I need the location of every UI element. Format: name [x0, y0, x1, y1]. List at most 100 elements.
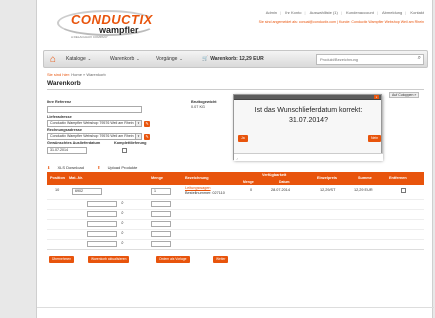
edit-rechnungsadresse-icon[interactable]: ✎	[144, 134, 150, 140]
search-icon[interactable]: ⌕	[121, 210, 124, 216]
chevron-down-icon: ⌄	[179, 56, 183, 61]
cell-verf-menge: 0	[250, 188, 253, 192]
search-icon[interactable]: ⌕	[121, 240, 124, 246]
auf-cutoppen-label: Auf Cutoppen	[392, 93, 414, 97]
ihre-referenz-label: Ihre Referenz	[47, 100, 72, 104]
uebernehmen-button[interactable]: Übernehmen	[49, 256, 75, 263]
chevron-down-icon: ⌄	[87, 56, 92, 61]
chevron-down-icon: ⌄	[136, 56, 140, 61]
dialog-no-button[interactable]: Nein	[368, 135, 382, 142]
list-item: ⌕	[47, 199, 424, 208]
bruttogewicht-label: Bruttogewicht	[191, 100, 217, 104]
dialog-question: Ist das Wunschlieferdatum korrekt:	[254, 107, 363, 114]
list-item: ⌕	[47, 219, 424, 228]
logo-sub-text: wampfler	[99, 25, 139, 35]
komplettlieferung-checkbox[interactable]	[122, 148, 127, 153]
search-icon[interactable]: ⌕	[418, 55, 421, 62]
dialog-date: 31.07.2014?	[289, 117, 328, 124]
nav-vorgaenge[interactable]: Vorgänge ⌄	[156, 56, 183, 62]
dialog-titlebar[interactable]: x	[234, 95, 381, 100]
komplettlieferung-label: Komplettlieferung	[114, 141, 147, 145]
dialog-footer: ⌟	[234, 153, 383, 161]
divider	[47, 249, 424, 250]
cell-position: 10	[55, 188, 60, 192]
search-input[interactable]	[317, 55, 411, 64]
search-icon[interactable]: ⌕	[121, 200, 124, 206]
resize-grip-icon[interactable]: ⌟	[236, 155, 238, 160]
ihre-referenz-input[interactable]	[47, 106, 142, 113]
weiter-button[interactable]: Weiter	[213, 256, 229, 263]
col-bezeichnung: Bezeichnung	[185, 176, 209, 180]
new-menge-input[interactable]	[151, 241, 171, 247]
nav-cart-total[interactable]: 🛒 Warenkorb: 12,29 EUR	[202, 56, 264, 62]
table-row: 10 6902 1 Leitungswagen Bestellnummer: 0…	[47, 186, 424, 198]
ordern-als-vorlage-button[interactable]: Ordern als Vorlage	[156, 256, 190, 263]
new-menge-input[interactable]	[151, 221, 171, 227]
cell-mat-nr-input[interactable]: 6902	[72, 188, 102, 195]
upload-produkte-label: Upload Produkte	[107, 165, 138, 170]
cell-bezeichnung-link[interactable]: Leitungswagen	[185, 186, 211, 190]
top-link-abmeldung[interactable]: Abmeldung	[382, 10, 402, 15]
new-menge-input[interactable]	[151, 201, 171, 207]
new-mat-nr-input[interactable]	[87, 201, 117, 207]
login-info: Sie sind angemeldet als: conual@conducti…	[258, 20, 424, 24]
chevron-down-icon: ▾	[135, 121, 141, 126]
remove-checkbox[interactable]	[401, 188, 406, 193]
close-icon[interactable]: x	[374, 95, 379, 99]
list-item: ⌕	[47, 209, 424, 218]
search-icon[interactable]: ⌕	[121, 220, 124, 226]
footer-divider	[37, 307, 434, 308]
page-title: Warenkorb	[47, 80, 81, 87]
top-link-auswahlliste[interactable]: Auswahlliste (1)	[310, 10, 338, 15]
conductix-logo[interactable]: CONDUCTIX wampfler A DELACHAUX COMPANY	[57, 8, 157, 39]
search-icon[interactable]: ⌕	[121, 230, 124, 236]
rechnungsadresse-select[interactable]: Conductix Wampfler Webshop 79576 Weil am…	[47, 133, 142, 140]
breadcrumb: Sie sind hier: Home » Warenkorb	[47, 72, 106, 77]
cell-verf-datum: 28.07.2014	[271, 188, 291, 192]
cart-icon: 🛒	[202, 56, 209, 62]
main-navbar: ⌂ Kataloge ⌄ Warenkorb ⌄ Vorgänge ⌄ 🛒 Warenk…	[43, 50, 428, 68]
edit-lieferadresse-icon[interactable]: ✎	[144, 121, 150, 127]
cell-einzelpreis: 12,29/ST	[320, 188, 336, 192]
divider	[47, 89, 424, 90]
auslieferdatum-input[interactable]: 31.07.2014	[47, 147, 87, 154]
upload-produkte-link[interactable]: ⬆ Upload Produkte	[97, 165, 143, 170]
cell-bestellnummer: Bestellnummer: 027110	[185, 191, 225, 195]
upload-icon: ⬆	[97, 165, 101, 170]
cell-menge-input[interactable]: 1	[151, 188, 171, 195]
download-icon: ⬇	[47, 165, 51, 170]
top-link-kundenaccount[interactable]: Kundenaccount	[346, 10, 374, 15]
rechnungsadresse-value: Conductix Wampfler Webshop 79576 Weil am…	[50, 134, 134, 138]
col-verfuegbarkeit: Verfügbarkeit	[262, 173, 287, 177]
nav-vorgaenge-label: Vorgänge	[156, 56, 178, 62]
nav-kataloge[interactable]: Kataloge ⌄	[66, 56, 91, 62]
top-link-konto[interactable]: Ihr Konto	[285, 10, 301, 15]
new-mat-nr-input[interactable]	[87, 241, 117, 247]
nav-warenkorb[interactable]: Warenkorb ⌄	[110, 56, 140, 62]
col-entfernen: Entfernen	[389, 176, 407, 180]
new-mat-nr-input[interactable]	[87, 231, 117, 237]
dialog-yes-button[interactable]: Ja	[238, 135, 248, 142]
logo-tagline: A DELACHAUX COMPANY	[71, 35, 108, 39]
top-links: Admin | Ihr Konto | Auswahlliste (1) | Kund…	[265, 10, 424, 15]
xls-download-link[interactable]: ⬇ XLS Download	[47, 165, 90, 170]
new-mat-nr-input[interactable]	[87, 221, 117, 227]
new-menge-input[interactable]	[151, 211, 171, 217]
lieferadresse-label: Lieferadresse	[47, 115, 72, 119]
col-mat-nr: Mat.-Nr.	[69, 176, 83, 180]
home-icon[interactable]: ⌂	[50, 54, 61, 65]
top-link-kontakt[interactable]: Kontakt	[410, 10, 424, 15]
new-menge-input[interactable]	[151, 231, 171, 237]
col-summe: Summe	[358, 176, 372, 180]
warenkorb-aktualisieren-button[interactable]: Warenkorb aktualisieren	[88, 256, 130, 263]
confirm-date-dialog: x Ist das Wunschlieferdatum korrekt: 31.…	[233, 94, 383, 161]
col-verf-datum: Datum	[279, 180, 290, 184]
breadcrumb-path[interactable]: Home » Warenkorb	[71, 72, 106, 77]
lieferadresse-select[interactable]: Conductix Wampfler Webshop 79576 Weil am…	[47, 120, 142, 127]
search-box: ⌕	[316, 54, 424, 65]
xls-download-label: XLS Download	[57, 165, 84, 170]
list-item: ⌕	[47, 229, 424, 238]
auf-cutoppen-button[interactable]: Auf Cutoppen »	[389, 92, 420, 98]
top-link-admin[interactable]: Admin	[266, 10, 277, 15]
new-mat-nr-input[interactable]	[87, 211, 117, 217]
